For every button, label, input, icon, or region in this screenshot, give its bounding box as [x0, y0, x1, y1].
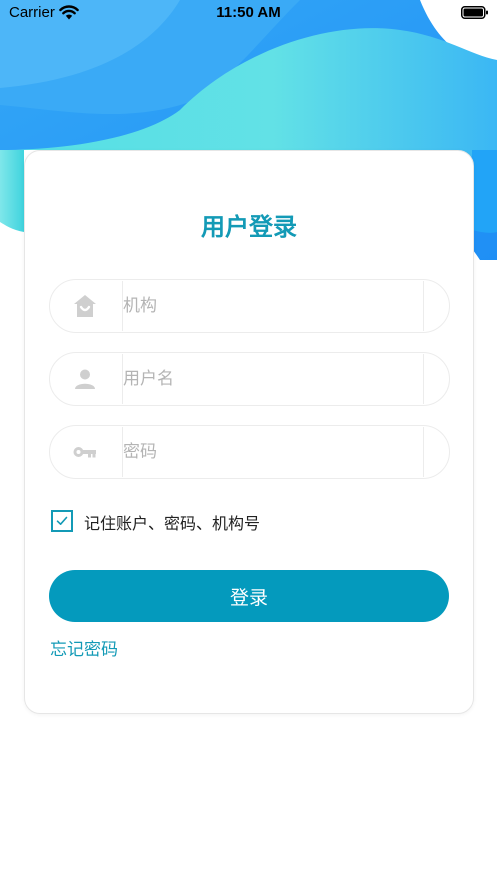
status-time: 11:50 AM — [216, 4, 281, 21]
field-divider — [423, 427, 424, 477]
battery-icon — [461, 6, 488, 19]
checkmark-icon — [56, 516, 68, 525]
remember-label[interactable]: 记住账户、密码、机构号 — [84, 510, 260, 534]
key-icon — [73, 447, 96, 458]
password-field[interactable] — [49, 425, 450, 479]
institution-field[interactable] — [49, 279, 450, 333]
forgot-password-link[interactable]: 忘记密码 — [50, 635, 118, 660]
person-icon — [75, 369, 95, 389]
password-input[interactable] — [123, 426, 421, 478]
status-bar: Carrier 11:50 AM — [0, 0, 497, 26]
field-divider — [423, 281, 424, 331]
institution-input[interactable] — [123, 280, 421, 332]
remember-checkbox[interactable] — [51, 510, 73, 532]
login-title: 用户登录 — [201, 213, 297, 241]
field-divider — [423, 354, 424, 404]
home-icon — [74, 295, 96, 317]
username-input[interactable] — [123, 353, 421, 405]
login-button[interactable]: 登录 — [49, 570, 449, 622]
username-field[interactable] — [49, 352, 450, 406]
login-card: 用户登录 机构 用户名 记住账户、密码、机构号 登录 忘记密码 — [24, 150, 474, 714]
